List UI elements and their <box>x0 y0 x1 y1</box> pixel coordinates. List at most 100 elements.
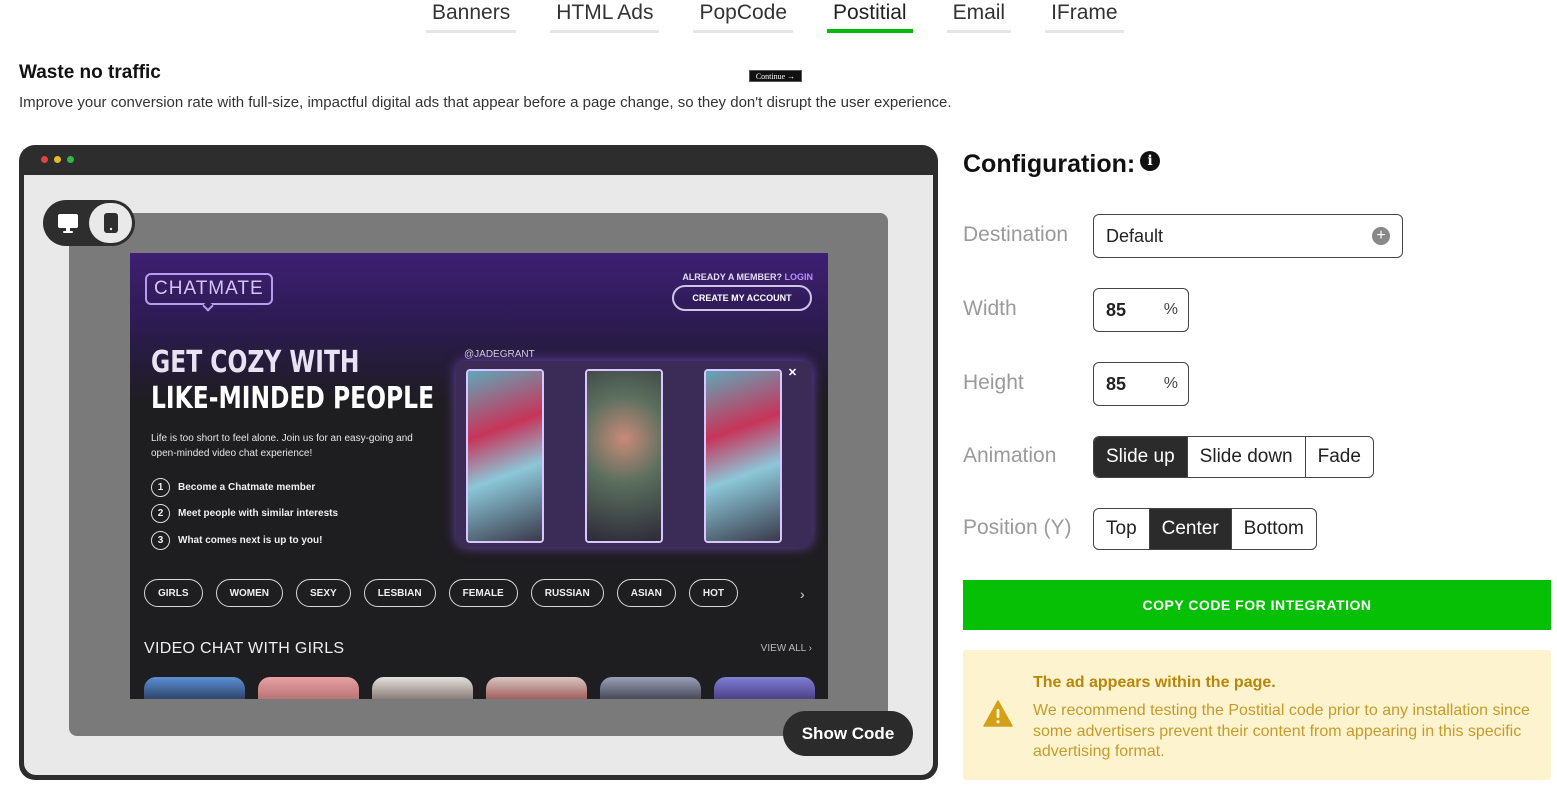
step-text: Become a Chatmate member <box>178 481 316 493</box>
chevron-right-icon[interactable]: › <box>800 586 805 602</box>
ad-close-icon[interactable]: ✕ <box>786 367 799 380</box>
animation-option-fade[interactable]: Fade <box>1306 437 1373 477</box>
step-number: 2 <box>151 504 170 524</box>
tab-email[interactable]: Email <box>946 0 1012 33</box>
destination-select[interactable]: Default + <box>1093 214 1403 258</box>
tab-html-ads[interactable]: HTML Ads <box>550 0 660 33</box>
ad-login-link[interactable]: LOGIN <box>785 272 814 282</box>
member-question: ALREADY A MEMBER? <box>682 272 782 282</box>
step-number: 3 <box>151 530 170 550</box>
ad-tag[interactable]: GIRLS <box>144 579 203 607</box>
ad-steps: 1 Become a Chatmate member 2 Meet people w… <box>151 474 338 554</box>
thumbnail[interactable] <box>714 677 815 699</box>
desktop-view-button[interactable] <box>46 203 89 243</box>
ad-create-account-button[interactable]: CREATE MY ACCOUNT <box>672 285 812 311</box>
window-dots <box>41 156 74 163</box>
model-photo <box>704 369 782 543</box>
animation-option-slide-up[interactable]: Slide up <box>1094 437 1188 477</box>
thumbnail[interactable] <box>258 677 359 699</box>
step-text: What comes next is up to you! <box>178 534 323 546</box>
tab-postitial[interactable]: Postitial <box>827 0 913 33</box>
ad-tag-list: GIRLS WOMEN SEXY LESBIAN FEMALE RUSSIAN … <box>144 579 738 607</box>
height-unit: % <box>1163 375 1178 392</box>
width-input[interactable]: 85 % <box>1093 288 1189 332</box>
model-photo <box>585 369 663 543</box>
photo-fill <box>706 371 780 541</box>
animation-segmented-control: Slide up Slide down Fade <box>1093 436 1374 478</box>
phone-icon <box>103 213 118 233</box>
ad-description: Life is too short to feel alone. Join us… <box>151 433 413 459</box>
tab-iframe[interactable]: IFrame <box>1045 0 1124 33</box>
ad-tag[interactable]: ASIAN <box>616 579 676 607</box>
view-all-label: VIEW ALL <box>760 643 806 654</box>
ad-member-text: ALREADY A MEMBER? LOGIN <box>682 272 813 282</box>
ad-thumbnails <box>144 677 815 699</box>
ad-model-handle: @JADEGRANT <box>464 349 535 360</box>
show-code-button[interactable]: Show Code <box>783 711 913 756</box>
photo-fill <box>468 371 542 541</box>
arrow-right-icon: → <box>787 71 796 81</box>
ad-headline: GET COZY WITH LIKE-MINDED PEOPLE <box>151 345 434 417</box>
notice-text: We recommend testing the Postitial code … <box>1033 702 1530 760</box>
chevron-right-icon: › <box>808 643 812 654</box>
step-number: 1 <box>151 477 170 497</box>
thumbnail[interactable] <box>486 677 587 699</box>
ad-view-all-link[interactable]: VIEW ALL › <box>761 643 812 654</box>
height-label: Height <box>963 371 1024 394</box>
info-icon[interactable]: i <box>1140 151 1160 171</box>
ad-section-title: VIDEO CHAT WITH GIRLS <box>144 640 345 657</box>
ad-tag[interactable]: LESBIAN <box>363 579 436 607</box>
destination-label: Destination <box>963 223 1069 246</box>
mobile-view-button[interactable] <box>89 203 132 243</box>
section-title: Waste no traffic <box>19 62 161 83</box>
animation-label: Animation <box>963 444 1057 467</box>
headline-line-2: LIKE-MINDED PEOPLE <box>151 381 435 416</box>
headline-line-1: GET COZY WITH <box>151 345 360 380</box>
thumbnail[interactable] <box>372 677 473 699</box>
height-input[interactable]: 85 % <box>1093 362 1189 406</box>
photo-fill <box>587 371 661 541</box>
ad-photo-panel <box>456 361 812 547</box>
ad-step: 1 Become a Chatmate member <box>151 474 338 501</box>
device-toggle <box>43 200 135 246</box>
width-label: Width <box>963 297 1017 320</box>
tab-banners[interactable]: Banners <box>426 0 517 33</box>
position-option-top[interactable]: Top <box>1094 509 1150 549</box>
browser-viewport: CHATMATE ALREADY A MEMBER? LOGIN CREATE … <box>24 175 933 775</box>
ad-continue-button[interactable]: Continue → <box>749 70 802 82</box>
notice-title: The ad appears within the page. <box>1033 674 1276 691</box>
position-option-center[interactable]: Center <box>1149 509 1232 549</box>
position-option-bottom[interactable]: Bottom <box>1232 509 1316 549</box>
thumbnail[interactable] <box>600 677 701 699</box>
ad-tag[interactable]: HOT <box>688 579 738 607</box>
width-value: 85 <box>1106 299 1127 320</box>
ad-tag[interactable]: RUSSIAN <box>530 579 604 607</box>
width-unit: % <box>1163 301 1178 318</box>
ad-tag[interactable]: SEXY <box>296 579 351 607</box>
destination-value: Default <box>1106 225 1164 246</box>
position-label: Position (Y) <box>963 516 1072 539</box>
postitial-ad-creative: CHATMATE ALREADY A MEMBER? LOGIN CREATE … <box>130 253 828 699</box>
ad-step: 2 Meet people with similar interests <box>151 501 338 528</box>
warning-icon <box>983 700 1013 727</box>
copy-code-button[interactable]: COPY CODE FOR INTEGRATION <box>963 580 1551 630</box>
position-segmented-control: Top Center Bottom <box>1093 508 1317 550</box>
browser-preview: CHATMATE ALREADY A MEMBER? LOGIN CREATE … <box>19 145 938 780</box>
thumbnail[interactable] <box>144 677 245 699</box>
monitor-icon <box>57 214 78 233</box>
section-subtitle: Improve your conversion rate with full-s… <box>19 94 952 111</box>
continue-label: Continue <box>755 71 786 81</box>
format-tabs: Banners HTML Ads PopCode Postitial Email… <box>426 0 1158 34</box>
model-photo <box>466 369 544 543</box>
ad-tag[interactable]: FEMALE <box>448 579 518 607</box>
step-text: Meet people with similar interests <box>178 508 339 520</box>
height-value: 85 <box>1106 373 1127 394</box>
tab-popcode[interactable]: PopCode <box>693 0 794 33</box>
warning-notice: The ad appears within the page. We recom… <box>963 650 1551 780</box>
config-title: Configuration: <box>963 150 1136 178</box>
red-dot-icon <box>41 156 48 163</box>
ad-tag[interactable]: WOMEN <box>215 579 284 607</box>
yellow-dot-icon <box>54 156 61 163</box>
animation-option-slide-down[interactable]: Slide down <box>1188 437 1306 477</box>
green-dot-icon <box>67 156 74 163</box>
